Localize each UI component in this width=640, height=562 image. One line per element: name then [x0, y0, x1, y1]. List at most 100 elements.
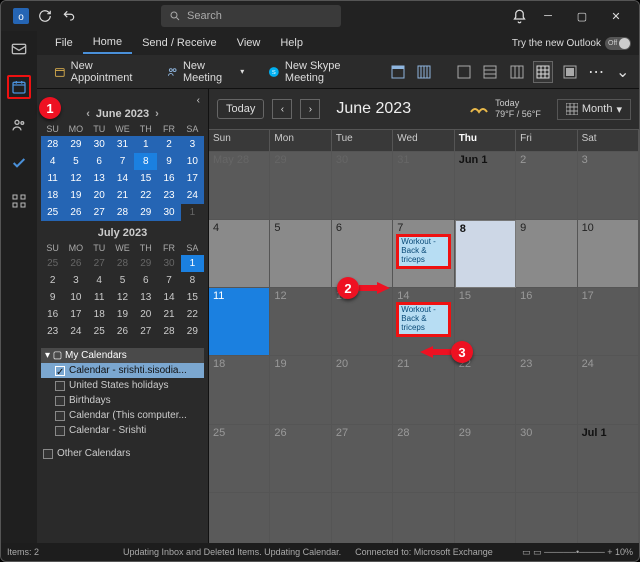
calendar-header: Today ‹ › June 2023 Today79°F / 56°F Mon…	[209, 89, 639, 129]
mini-collapse[interactable]: ‹	[197, 95, 200, 106]
menu-send-receive[interactable]: Send / Receive	[132, 33, 227, 53]
day-cell[interactable]: 5	[270, 220, 331, 288]
view-label: Month	[582, 103, 613, 115]
ribbon: New Appointment New Meeting ▾ S New Skyp…	[1, 55, 639, 89]
mini-prev-month[interactable]: ‹	[86, 108, 90, 120]
day-cell[interactable]: 29	[270, 152, 331, 220]
bell-icon[interactable]	[507, 4, 531, 28]
day-cell[interactable]: 20	[332, 356, 393, 424]
day-cell[interactable]: 29	[455, 425, 516, 493]
day-cell[interactable]: 17	[578, 288, 639, 356]
search-box[interactable]: Search	[161, 5, 341, 27]
calendar-item-2[interactable]: Birthdays	[41, 393, 204, 408]
ribbon-chevron[interactable]: ⌄	[612, 61, 633, 83]
day-cell[interactable]: 22	[455, 356, 516, 424]
minimize-button[interactable]: ─	[531, 2, 565, 30]
my-calendars-header[interactable]: ▾ ▢ My Calendars	[41, 348, 204, 363]
day-cell[interactable]: 19	[270, 356, 331, 424]
today-button[interactable]: Today	[217, 99, 264, 119]
day-cell[interactable]: 4	[209, 220, 270, 288]
day-cell[interactable]: 9	[516, 220, 577, 288]
day-cell[interactable]: 16	[516, 288, 577, 356]
view-workweek-button[interactable]	[414, 61, 435, 83]
day-cell[interactable]: 3	[578, 152, 639, 220]
day-cell[interactable]: 28	[393, 425, 454, 493]
sync-icon[interactable]	[33, 4, 57, 28]
dow-sat: Sat	[578, 130, 639, 152]
next-button[interactable]: ›	[300, 99, 320, 119]
mini-next-month[interactable]: ›	[155, 108, 159, 120]
zoom-label: 10%	[615, 547, 633, 557]
day-cell[interactable]: 27	[332, 425, 393, 493]
day-cell[interactable]: 18	[209, 356, 270, 424]
try-toggle[interactable]: Off	[605, 37, 631, 50]
menu-view[interactable]: View	[227, 33, 271, 53]
annotation-1: 1	[39, 97, 61, 119]
day-cell[interactable]: 21	[393, 356, 454, 424]
ribbon-overflow[interactable]: ⋯	[586, 61, 607, 83]
other-calendars-header[interactable]: Other Calendars	[41, 446, 204, 461]
calendar-item-3[interactable]: Calendar (This computer...	[41, 408, 204, 423]
new-meeting-label: New Meeting	[183, 60, 235, 84]
mini-calendar-june[interactable]: SUMOTUWETHFRSA 28293031123 45678910 1112…	[41, 122, 204, 221]
outlook-window: o Search ─ ▢ ✕ File Home Send / Receive …	[0, 0, 640, 562]
view-schedule-button[interactable]	[480, 61, 501, 83]
day-cell[interactable]: Jun 1	[455, 152, 516, 220]
new-meeting-button[interactable]: New Meeting ▾	[158, 60, 254, 84]
menu-help[interactable]: Help	[270, 33, 313, 53]
calendar-item-0[interactable]: ✓Calendar - srishti.sisodia...	[41, 363, 204, 378]
calendar-list: ▾ ▢ My Calendars ✓Calendar - srishti.sis…	[41, 348, 204, 461]
view-selector[interactable]: Month▾	[557, 99, 631, 120]
maximize-button[interactable]: ▢	[565, 2, 599, 30]
day-cell[interactable]: 13	[332, 288, 393, 356]
day-cell[interactable]: 31	[393, 152, 454, 220]
mini-calendar-july[interactable]: SUMOTUWETHFRSA 2526272829301 2345678 910…	[41, 241, 204, 340]
day-cell[interactable]: 23	[516, 356, 577, 424]
calendar-item-1[interactable]: United States holidays	[41, 378, 204, 393]
calendar-grid[interactable]: Sun Mon Tue Wed Thu Fri Sat May 28 29 30…	[209, 129, 639, 561]
day-cell[interactable]: May 28	[209, 152, 270, 220]
menu-home[interactable]: Home	[83, 32, 132, 54]
dow-tue: Tue	[332, 130, 393, 152]
day-cell[interactable]: Jul 1	[578, 425, 639, 493]
day-cell[interactable]: 24	[578, 356, 639, 424]
body: ‹ ‹ ‹ June 2023 › SUMOTUWETHFRSA 2829303112…	[37, 89, 639, 561]
close-button[interactable]: ✕	[599, 2, 633, 30]
try-label: Try the new Outlook	[512, 38, 601, 49]
dow-sun: Sun	[209, 130, 270, 152]
day-cell[interactable]: 2	[516, 152, 577, 220]
day-cell-7[interactable]: 7 Workout - Back & triceps	[393, 220, 454, 288]
month-title: June 2023	[336, 100, 411, 118]
day-cell[interactable]: 30	[332, 152, 393, 220]
rail-people-icon[interactable]	[7, 113, 31, 137]
view-day-button[interactable]	[388, 61, 409, 83]
dow-wed: Wed	[393, 130, 454, 152]
day-cell[interactable]: 25	[209, 425, 270, 493]
view-button-5[interactable]	[559, 61, 580, 83]
event-workout-2[interactable]: Workout - Back & triceps	[396, 302, 450, 336]
new-skype-meeting-button[interactable]: S New Skype Meeting	[259, 60, 375, 84]
mini-month-1: June 2023	[96, 108, 149, 120]
title-bar: o Search ─ ▢ ✕	[1, 1, 639, 31]
rail-calendar-icon[interactable]	[7, 75, 31, 99]
calendar-item-4[interactable]: Calendar - Srishti	[41, 423, 204, 438]
day-cell-today[interactable]: 8	[455, 220, 516, 288]
rail-todo-icon[interactable]	[7, 151, 31, 175]
day-cell[interactable]: 26	[270, 425, 331, 493]
weather-widget[interactable]: Today79°F / 56°F	[469, 98, 541, 120]
event-workout-1[interactable]: Workout - Back & triceps	[396, 234, 450, 268]
day-cell[interactable]: 12	[270, 288, 331, 356]
menu-file[interactable]: File	[45, 33, 83, 53]
undo-icon[interactable]	[57, 4, 81, 28]
day-cell[interactable]: 10	[578, 220, 639, 288]
day-cell[interactable]: 30	[516, 425, 577, 493]
view-month-button[interactable]	[533, 61, 554, 83]
rail-mail-icon[interactable]	[7, 37, 31, 61]
prev-button[interactable]: ‹	[272, 99, 292, 119]
day-cell-selected[interactable]: 11	[209, 288, 270, 356]
rail-more-icon[interactable]	[7, 189, 31, 213]
view-button-3[interactable]	[506, 61, 527, 83]
new-appointment-button[interactable]: New Appointment	[45, 60, 152, 84]
weather-icon	[469, 102, 489, 116]
view-week-button[interactable]	[453, 61, 474, 83]
